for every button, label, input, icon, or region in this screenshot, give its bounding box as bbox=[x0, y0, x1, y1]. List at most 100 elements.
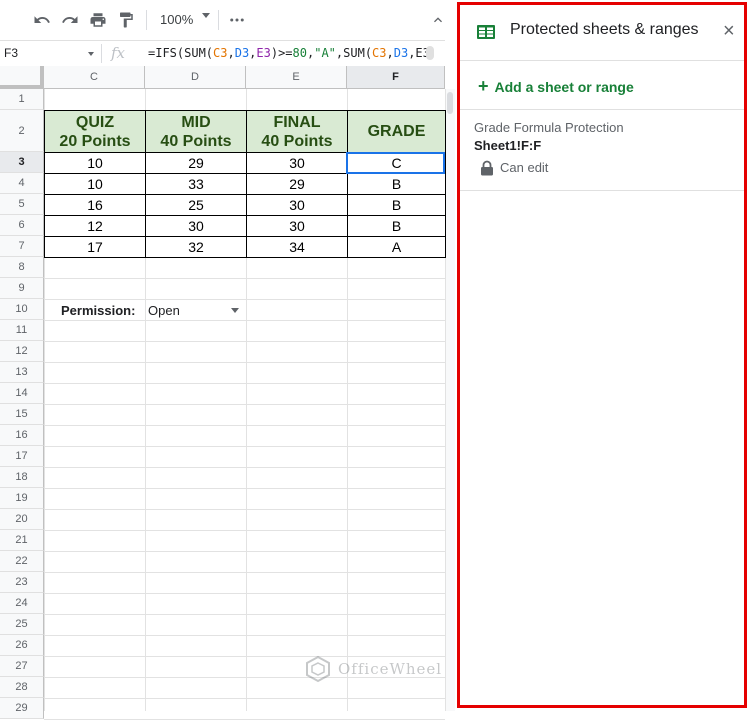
active-cell-outline bbox=[346, 152, 445, 174]
row-header-16[interactable]: 16 bbox=[0, 425, 44, 446]
row-header-18[interactable]: 18 bbox=[0, 467, 44, 488]
row-header-22[interactable]: 22 bbox=[0, 551, 44, 572]
table-cell[interactable]: 30 bbox=[246, 152, 348, 174]
table-header-cell[interactable]: GRADE bbox=[347, 110, 446, 153]
column-header-d[interactable]: D bbox=[145, 66, 246, 89]
protected-range-description: Grade Formula Protection bbox=[474, 120, 624, 135]
paint-format-icon[interactable] bbox=[116, 10, 136, 30]
row-header-10[interactable]: 10 bbox=[0, 299, 44, 320]
protected-range-permission: Can edit bbox=[500, 160, 549, 175]
formula-token: =IFS(SUM( bbox=[148, 46, 214, 60]
formula-token: C3 bbox=[213, 46, 228, 60]
row-header-28[interactable]: 28 bbox=[0, 677, 44, 698]
row-header-29[interactable]: 29 bbox=[0, 698, 44, 719]
row-header-23[interactable]: 23 bbox=[0, 572, 44, 593]
select-all-corner[interactable] bbox=[0, 66, 44, 89]
row-header-6[interactable]: 6 bbox=[0, 215, 44, 236]
gridline bbox=[44, 530, 445, 531]
row-header-11[interactable]: 11 bbox=[0, 320, 44, 341]
table-cell[interactable]: 10 bbox=[44, 173, 146, 195]
chevron-down-icon[interactable] bbox=[231, 308, 239, 313]
row-header-27[interactable]: 27 bbox=[0, 656, 44, 677]
table-header-cell[interactable]: FINAL 40 Points bbox=[246, 110, 348, 153]
vertical-scrollbar[interactable] bbox=[446, 89, 455, 711]
divider bbox=[460, 60, 744, 61]
more-options-icon[interactable] bbox=[227, 10, 247, 30]
table-cell[interactable]: 33 bbox=[145, 173, 247, 195]
row-header-20[interactable]: 20 bbox=[0, 509, 44, 530]
row-header-15[interactable]: 15 bbox=[0, 404, 44, 425]
formula-token: 80 bbox=[292, 46, 307, 60]
row-header-25[interactable]: 25 bbox=[0, 614, 44, 635]
row-header-14[interactable]: 14 bbox=[0, 383, 44, 404]
row-header-21[interactable]: 21 bbox=[0, 530, 44, 551]
table-cell[interactable]: 30 bbox=[145, 215, 247, 237]
table-cell[interactable]: 16 bbox=[44, 194, 146, 216]
table-cell[interactable]: 32 bbox=[145, 236, 247, 258]
formula-token: "A" bbox=[314, 46, 336, 60]
chevron-down-icon[interactable] bbox=[202, 13, 210, 18]
print-icon[interactable] bbox=[88, 10, 108, 30]
header-line: 40 Points bbox=[160, 132, 232, 150]
protected-ranges-panel: Protected sheets & ranges × + Add a shee… bbox=[457, 2, 747, 708]
header-line: MID bbox=[181, 113, 211, 131]
row-header-1[interactable]: 1 bbox=[0, 89, 44, 110]
row-header-12[interactable]: 12 bbox=[0, 341, 44, 362]
row-header-9[interactable]: 9 bbox=[0, 278, 44, 299]
chevron-down-icon[interactable] bbox=[88, 52, 94, 56]
scrollbar-thumb[interactable] bbox=[447, 92, 453, 114]
table-cell[interactable]: 25 bbox=[145, 194, 247, 216]
table-cell[interactable]: 29 bbox=[145, 152, 247, 174]
row-header-7[interactable]: 7 bbox=[0, 236, 44, 257]
formula-token: , bbox=[386, 46, 394, 60]
header-line: QUIZ bbox=[75, 113, 115, 131]
row-header-2[interactable]: 2 bbox=[0, 110, 44, 152]
table-cell[interactable]: B bbox=[347, 194, 446, 216]
formula-token: E3 bbox=[256, 46, 271, 60]
collapse-toolbar-icon[interactable] bbox=[428, 10, 448, 30]
undo-icon[interactable] bbox=[32, 10, 52, 30]
row-header-17[interactable]: 17 bbox=[0, 446, 44, 467]
header-line: GRADE bbox=[367, 123, 426, 140]
table-cell[interactable]: B bbox=[347, 173, 446, 195]
toolbar: 100% bbox=[0, 0, 455, 40]
add-range-button[interactable]: + Add a sheet or range bbox=[478, 76, 634, 97]
table-cell[interactable]: 17 bbox=[44, 236, 146, 258]
row-header-24[interactable]: 24 bbox=[0, 593, 44, 614]
close-icon[interactable]: × bbox=[723, 21, 735, 41]
redo-icon[interactable] bbox=[60, 10, 80, 30]
gridline bbox=[44, 362, 445, 363]
formula-input[interactable]: =IFS(SUM(C3,D3,E3)>=80,"A",SUM(C3,D3,E3 bbox=[148, 46, 430, 60]
table-cell[interactable]: B bbox=[347, 215, 446, 237]
formula-scrollbar[interactable] bbox=[426, 46, 434, 60]
watermark-logo-icon bbox=[306, 655, 330, 683]
divider bbox=[460, 190, 744, 191]
name-box[interactable]: F3 bbox=[4, 46, 18, 60]
column-header-f[interactable]: F bbox=[347, 66, 445, 89]
table-cell[interactable]: 30 bbox=[246, 194, 348, 216]
column-header-c[interactable]: C bbox=[44, 66, 145, 89]
row-header-4[interactable]: 4 bbox=[0, 173, 44, 194]
watermark-text: OfficeWheel bbox=[338, 660, 443, 678]
table-header-cell[interactable]: MID 40 Points bbox=[145, 110, 247, 153]
column-header-e[interactable]: E bbox=[246, 66, 347, 89]
row-header-5[interactable]: 5 bbox=[0, 194, 44, 215]
gridline bbox=[44, 320, 445, 321]
row-header-19[interactable]: 19 bbox=[0, 488, 44, 509]
table-cell[interactable]: A bbox=[347, 236, 446, 258]
row-header-8[interactable]: 8 bbox=[0, 257, 44, 278]
table-cell[interactable]: 30 bbox=[246, 215, 348, 237]
table-header-cell[interactable]: QUIZ 20 Points bbox=[44, 110, 146, 153]
formula-divider bbox=[101, 44, 102, 63]
gridline bbox=[44, 425, 445, 426]
table-cell[interactable]: 34 bbox=[246, 236, 348, 258]
row-header-3[interactable]: 3 bbox=[0, 152, 44, 173]
permission-dropdown[interactable]: Open bbox=[148, 303, 180, 318]
table-cell[interactable]: 12 bbox=[44, 215, 146, 237]
zoom-select[interactable]: 100% bbox=[160, 12, 193, 27]
table-cell[interactable]: 29 bbox=[246, 173, 348, 195]
row-header-13[interactable]: 13 bbox=[0, 362, 44, 383]
row-header-26[interactable]: 26 bbox=[0, 635, 44, 656]
table-cell[interactable]: 10 bbox=[44, 152, 146, 174]
gridline bbox=[44, 299, 445, 300]
